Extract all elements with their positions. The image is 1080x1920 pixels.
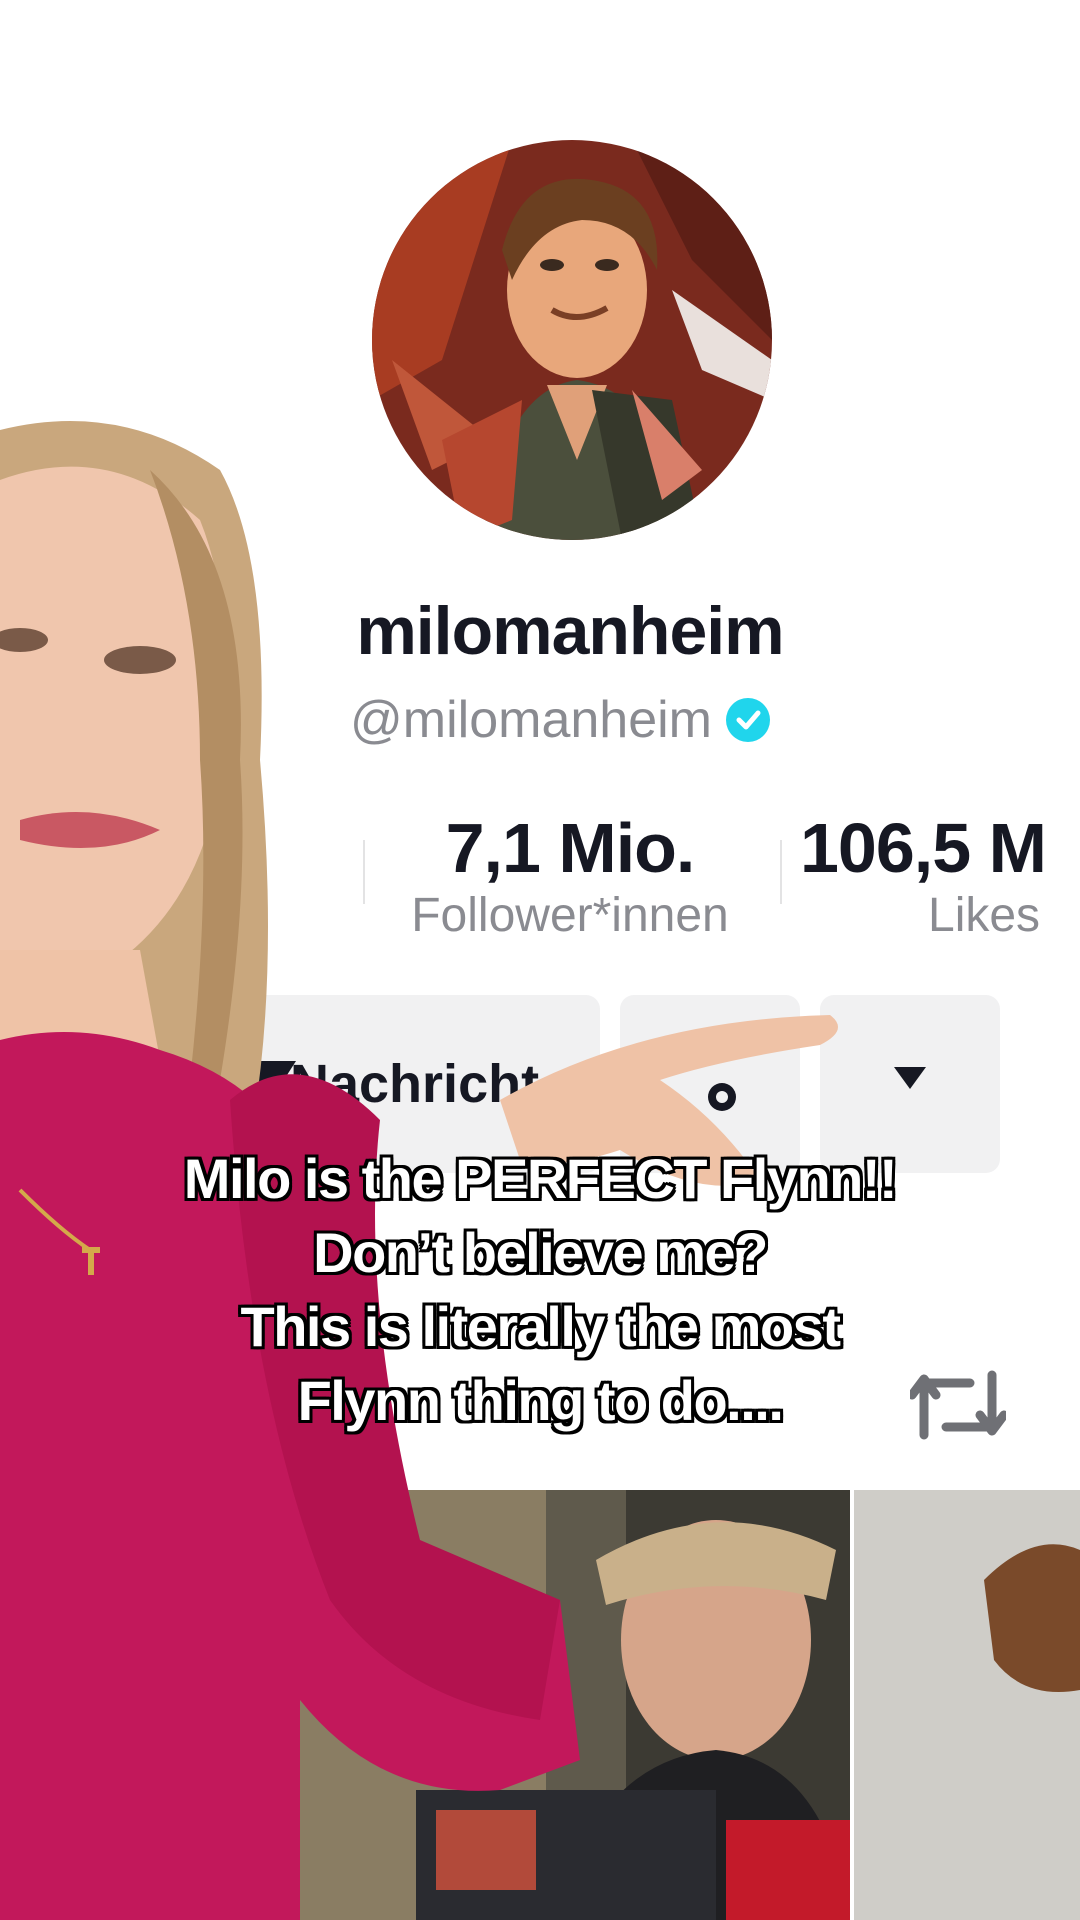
verified-check-icon [726,698,770,742]
message-label: Nachricht [290,1054,540,1114]
caption-line: Milo is the PERFECT Flynn!! [183,1147,898,1210]
caption-line: Don’t believe me? [313,1221,768,1284]
person-plus-icon [708,1083,736,1111]
video-thumbnail[interactable] [296,1490,850,1920]
followers-label: Follower*innen [411,889,729,942]
stat-likes[interactable]: 106,5 M Likes [800,808,1080,943]
handle-text: @milomanheim [350,691,712,749]
avatar-image [372,140,772,540]
likes-label: Likes [928,889,1041,942]
thumbnail-image [296,1490,850,1920]
profile-avatar[interactable] [372,140,772,540]
video-thumbnail[interactable] [854,1490,1080,1920]
likes-count: 106,5 M [800,809,1047,887]
caption-line: Flynn thing to do.... [297,1369,784,1432]
caption-line: This is literally the most [240,1295,841,1358]
stats-divider-left [363,840,365,904]
followers-count: 7,1 Mio. [445,809,696,887]
triangle-down-icon [894,1067,926,1089]
stat-followers[interactable]: 7,1 Mio. Follower*innen [380,808,760,943]
video-caption: Milo is the PERFECT Flynn!! Don’t believ… [0,1142,1080,1438]
thumbnail-image [854,1490,1080,1920]
display-name: milomanheim [356,593,784,669]
stats-divider-right [780,840,782,904]
handle-row: @milomanheim [350,688,770,752]
